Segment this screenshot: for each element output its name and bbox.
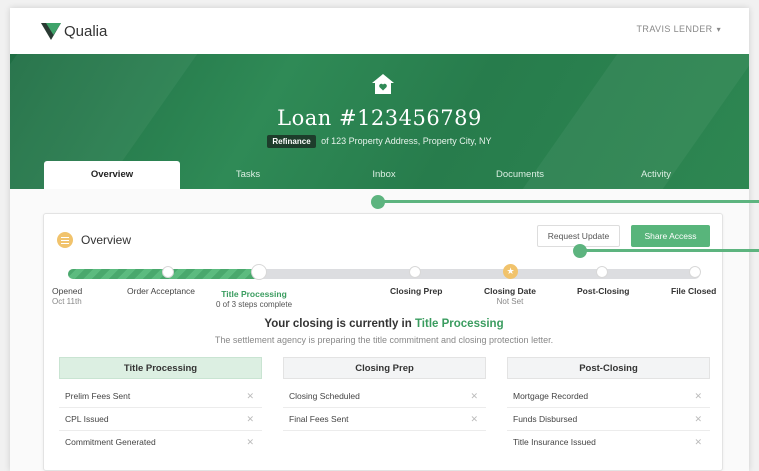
home-icon [372, 74, 394, 94]
column-header: Title Processing [59, 357, 262, 379]
step-label: File Closed [671, 286, 717, 296]
loan-address: of 123 Property Address, Property City, … [321, 136, 492, 146]
task-row[interactable]: Funds Disbursed ✕ [507, 408, 710, 431]
task-row[interactable]: Mortgage Recorded ✕ [507, 385, 710, 408]
tab-bar: Overview Tasks Inbox Documents Activity [44, 161, 724, 189]
overview-icon [57, 232, 73, 248]
star-icon: ★ [503, 264, 518, 279]
tab-inbox[interactable]: Inbox [316, 161, 452, 189]
step-closing-date: Closing Date Not Set [484, 286, 536, 306]
step-node-closing-prep [409, 266, 421, 278]
task-row[interactable]: CPL Issued ✕ [59, 408, 262, 431]
app-frame: Qualia TRAVIS LENDER ▾ Loan #123456789 R… [10, 8, 749, 471]
step-label: Post-Closing [577, 286, 630, 296]
step-title-processing: Title Processing 0 of 3 steps complete [216, 289, 292, 309]
tab-overview[interactable]: Overview [44, 161, 180, 189]
step-closing-prep: Closing Prep [390, 286, 442, 296]
task-label: Commitment Generated [65, 437, 156, 447]
step-label: Order Acceptance [127, 286, 196, 296]
close-icon: ✕ [470, 414, 478, 424]
callout-dot-tabs [371, 195, 385, 209]
step-node-title-processing [251, 264, 267, 280]
task-row[interactable]: Commitment Generated ✕ [59, 431, 262, 454]
tab-activity[interactable]: Activity [588, 161, 724, 189]
share-access-button[interactable]: Share Access [631, 225, 710, 247]
close-icon: ✕ [246, 414, 254, 424]
close-icon: ✕ [246, 391, 254, 401]
close-icon: ✕ [694, 391, 702, 401]
callout-dot-share [573, 244, 587, 258]
step-post-closing: Post-Closing [577, 286, 629, 296]
tab-tasks[interactable]: Tasks [180, 161, 316, 189]
close-icon: ✕ [694, 437, 702, 447]
task-label: Closing Scheduled [289, 391, 360, 401]
step-node-post-closing [596, 266, 608, 278]
step-file-closed: File Closed [671, 286, 716, 296]
column-header: Closing Prep [283, 357, 486, 379]
status-heading: Your closing is currently in Title Proce… [44, 318, 724, 330]
step-sub: Not Set [496, 297, 524, 306]
chevron-down-icon: ▾ [716, 24, 721, 34]
status-stage: Title Processing [414, 318, 504, 330]
qualia-logo-icon [41, 23, 61, 40]
task-label: Final Fees Sent [289, 414, 349, 424]
tab-documents[interactable]: Documents [452, 161, 588, 189]
column-post-closing: Post-Closing Mortgage Recorded ✕ Funds Di… [507, 357, 710, 454]
top-bar: Qualia TRAVIS LENDER ▾ [10, 8, 749, 54]
task-row[interactable]: Final Fees Sent ✕ [283, 408, 486, 431]
task-label: Funds Disbursed [513, 414, 578, 424]
step-label: Closing Date [484, 286, 536, 296]
task-row[interactable]: Prelim Fees Sent ✕ [59, 385, 262, 408]
step-sub: Oct 11th [52, 297, 82, 306]
user-menu[interactable]: TRAVIS LENDER ▾ [637, 24, 721, 34]
status-prefix: Your closing is currently in [264, 318, 412, 330]
task-label: Title Insurance Issued [513, 437, 596, 447]
loan-title: Loan #123456789 [277, 106, 482, 130]
user-name: TRAVIS LENDER [636, 24, 713, 34]
close-icon: ✕ [694, 414, 702, 424]
step-label: Opened [52, 286, 83, 296]
close-icon: ✕ [470, 391, 478, 401]
task-label: CPL Issued [65, 414, 109, 424]
overview-title: Overview [81, 233, 132, 247]
column-closing-prep: Closing Prep Closing Scheduled ✕ Final Fe… [283, 357, 486, 431]
callout-line-tabs [378, 200, 759, 203]
status-note: The settlement agency is preparing the t… [214, 335, 554, 345]
column-header: Post-Closing [507, 357, 710, 379]
task-row[interactable]: Closing Scheduled ✕ [283, 385, 486, 408]
step-node-file-closed [689, 266, 701, 278]
callout-line-share [580, 249, 759, 252]
loan-subtitle: Refinance of 123 Property Address, Prope… [10, 135, 749, 148]
column-title-processing: Title Processing Prelim Fees Sent ✕ CPL I… [59, 357, 262, 454]
task-label: Prelim Fees Sent [65, 391, 131, 401]
step-node-order-acceptance [162, 266, 174, 278]
loan-type-badge: Refinance [267, 135, 316, 148]
step-sub: 0 of 3 steps complete [216, 300, 293, 309]
step-order-acceptance: Order Acceptance [127, 286, 195, 296]
qualia-logo[interactable]: Qualia [40, 20, 107, 42]
step-label: Closing Prep [390, 286, 443, 296]
step-opened: Opened Oct 11th [52, 286, 82, 306]
task-row[interactable]: Title Insurance Issued ✕ [507, 431, 710, 454]
task-label: Mortgage Recorded [513, 391, 589, 401]
close-icon: ✕ [246, 437, 254, 447]
step-label: Title Processing [221, 289, 287, 299]
logo-text: Qualia [64, 22, 108, 40]
